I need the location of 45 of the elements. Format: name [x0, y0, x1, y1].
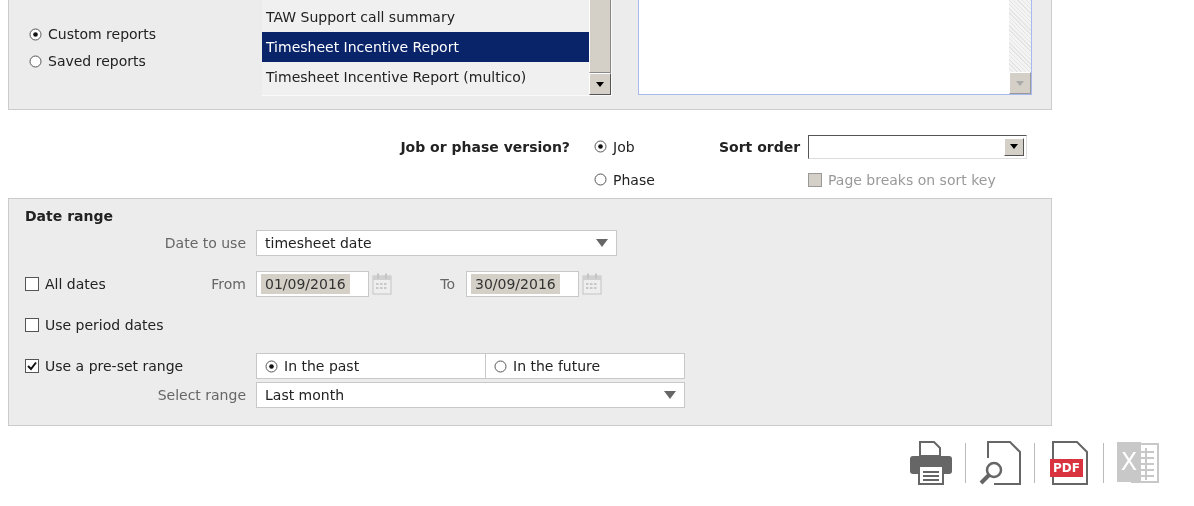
caret-icon: [596, 239, 608, 247]
document-search-icon: [978, 440, 1022, 486]
radio-button[interactable]: [29, 27, 42, 41]
caret-icon: [1016, 80, 1024, 86]
field-label: Sort order: [719, 138, 802, 155]
field-label: From: [211, 276, 246, 292]
radio-label: In the past: [284, 358, 360, 374]
report-list[interactable]: TAW Support call summary Timesheet Incentive Report Timesheet Incentive Report (multico): [262, 0, 612, 96]
radio-button[interactable]: [494, 359, 507, 373]
radio-label: Phase: [613, 171, 655, 188]
radio-label: In the future: [513, 358, 601, 374]
field-label: To: [439, 276, 456, 292]
radio-button[interactable]: [594, 173, 607, 186]
scrollbar-thumb[interactable]: [589, 0, 611, 73]
scroll-down-button[interactable]: [589, 73, 611, 95]
radio-button[interactable]: [594, 140, 607, 153]
field-label: Job or phase version?: [400, 138, 571, 155]
caret-icon: [596, 81, 604, 87]
print-button[interactable]: [909, 440, 953, 486]
radio-button[interactable]: [265, 359, 278, 373]
checkbox[interactable]: [25, 277, 39, 291]
list-item[interactable]: Timesheet Incentive Report (multico): [262, 62, 589, 92]
radio-label: Custom reports: [48, 26, 157, 42]
date-select[interactable]: timesheet date: [256, 230, 617, 256]
caret-icon: [664, 391, 676, 399]
radio-label: Job: [613, 138, 635, 155]
checkbox-label: Use a pre-set range: [45, 358, 184, 374]
list-item[interactable]: TAW Support call summary: [262, 2, 589, 32]
checkbox-label: Page breaks on sort key: [828, 171, 996, 188]
sort-order-select[interactable]: [808, 134, 1027, 159]
checkbox[interactable]: [25, 359, 39, 373]
checkbox-label: All dates: [45, 276, 106, 292]
range-select[interactable]: Last month: [256, 382, 685, 408]
radio-button[interactable]: [29, 54, 42, 68]
checkbox-label: Use period dates: [45, 317, 164, 333]
field-label: Date to use: [164, 235, 246, 251]
section-title: Date range: [25, 207, 114, 225]
checkbox[interactable]: [25, 318, 39, 332]
pdf-button[interactable]: PDF: [1047, 440, 1091, 486]
list-item[interactable]: Timesheet Incentive Report: [262, 32, 589, 62]
radio-label: Saved reports: [48, 53, 146, 69]
field-label: Select range: [157, 387, 246, 403]
preview-button[interactable]: [978, 440, 1022, 486]
caret-icon: [1010, 144, 1018, 149]
printer-icon: [909, 440, 953, 486]
